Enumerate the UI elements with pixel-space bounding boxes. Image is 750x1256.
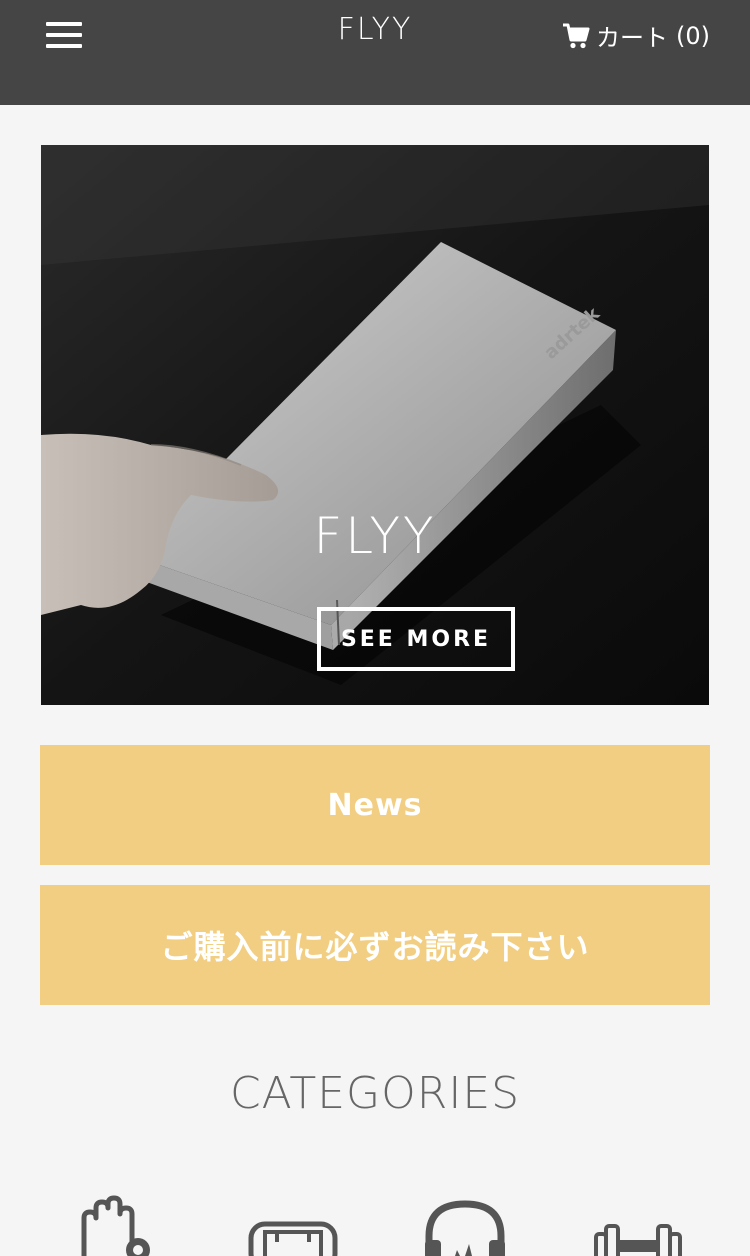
cart-button[interactable]: カート (0) (562, 18, 710, 53)
hand-gear-icon (81, 1195, 150, 1256)
hero-banner[interactable]: adrtek FLYY SEE MORE (41, 145, 709, 705)
news-banner[interactable]: News (40, 745, 710, 865)
headphones-icon (425, 1200, 505, 1256)
category-headphones[interactable] (415, 1188, 515, 1256)
category-fitness[interactable] (588, 1188, 688, 1256)
cart-label: カート (596, 24, 668, 52)
phone-case-icon (248, 1221, 338, 1256)
category-hand-gear[interactable] (70, 1188, 170, 1256)
hero-title: FLYY (313, 507, 437, 565)
cart-count: (0) (676, 21, 710, 50)
top-navigation-bar: FLYY カート (0) (0, 0, 750, 105)
category-phone-case[interactable] (243, 1188, 343, 1256)
see-more-button[interactable]: SEE MORE (317, 607, 515, 671)
dumbbell-icon (594, 1224, 682, 1256)
shopping-cart-icon (563, 23, 590, 48)
categories-heading: CATEGORIES (229, 1068, 521, 1119)
read-before-purchase-banner[interactable]: ご購入前に必ずお読み下さい (40, 885, 710, 1005)
